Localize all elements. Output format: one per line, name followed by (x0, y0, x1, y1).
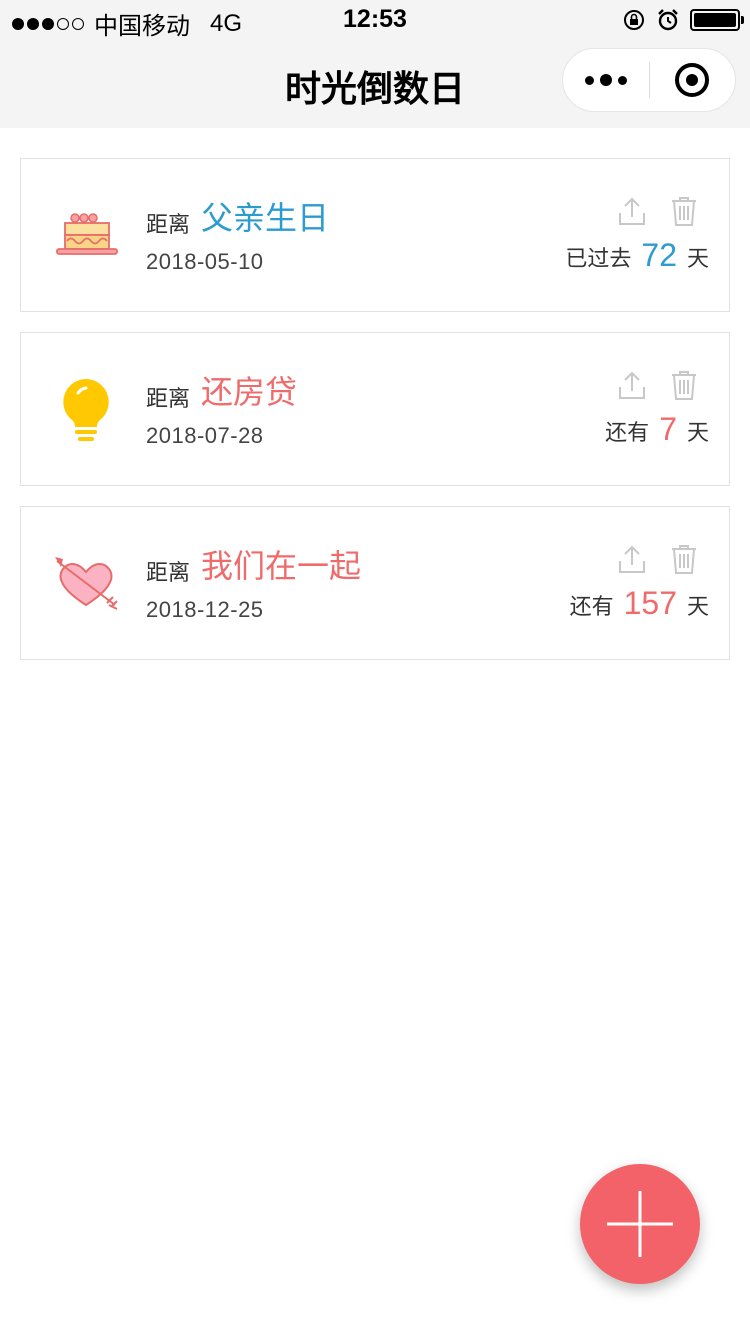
close-button[interactable] (650, 63, 736, 97)
event-label: 距离 (146, 560, 191, 585)
event-name: 还房贷 (201, 374, 298, 410)
nav-bar: 时光倒数日 (0, 40, 750, 128)
event-label: 距离 (146, 212, 191, 237)
cake-icon (56, 213, 118, 255)
share-icon[interactable] (617, 369, 647, 401)
miniprogram-capsule (562, 48, 736, 112)
days-status: 还有 (569, 594, 614, 619)
days-unit: 天 (686, 594, 709, 619)
days-count: 已过去 72 天 (565, 237, 709, 274)
orientation-lock-icon (624, 10, 644, 30)
event-actions (617, 543, 699, 575)
event-actions (617, 195, 699, 227)
days-count: 还有 157 天 (570, 585, 709, 622)
delete-icon[interactable] (669, 543, 699, 575)
close-circle-icon (675, 63, 710, 97)
event-name: 我们在一起 (201, 548, 362, 584)
share-icon[interactable] (617, 543, 647, 575)
days-count: 还有 7 天 (605, 411, 709, 448)
share-icon[interactable] (617, 195, 647, 227)
event-date: 2018-05-10 (146, 249, 264, 274)
event-card[interactable]: 距离 我们在一起 2018-12-25 还有 157 天 (20, 506, 730, 660)
event-date: 2018-12-25 (146, 597, 264, 622)
days-number: 157 (623, 585, 677, 621)
more-button[interactable] (563, 74, 649, 86)
status-bar: 中国移动 4G 12:53 (0, 0, 750, 40)
days-number: 7 (659, 411, 677, 447)
event-list: 距离 父亲生日 2018-05-10 已过去 72 天 距离 还房贷 2018-… (20, 158, 730, 680)
heart-arrow-icon (55, 557, 118, 610)
delete-icon[interactable] (669, 195, 699, 227)
status-right (622, 8, 744, 32)
days-status: 已过去 (565, 246, 632, 271)
event-actions (617, 369, 699, 401)
days-unit: 天 (686, 420, 709, 445)
event-card[interactable]: 距离 还房贷 2018-07-28 还有 7 天 (20, 332, 730, 486)
lightbulb-icon (63, 379, 109, 441)
plus-icon (607, 1191, 673, 1257)
event-label: 距离 (146, 386, 191, 411)
event-name: 父亲生日 (201, 200, 330, 236)
event-date: 2018-07-28 (146, 423, 264, 448)
days-number: 72 (641, 237, 677, 273)
days-unit: 天 (686, 246, 709, 271)
delete-icon[interactable] (669, 369, 699, 401)
alarm-icon (658, 9, 678, 31)
days-status: 还有 (605, 420, 650, 445)
add-event-button[interactable] (580, 1164, 700, 1284)
battery-icon (690, 9, 744, 31)
event-card[interactable]: 距离 父亲生日 2018-05-10 已过去 72 天 (20, 158, 730, 312)
